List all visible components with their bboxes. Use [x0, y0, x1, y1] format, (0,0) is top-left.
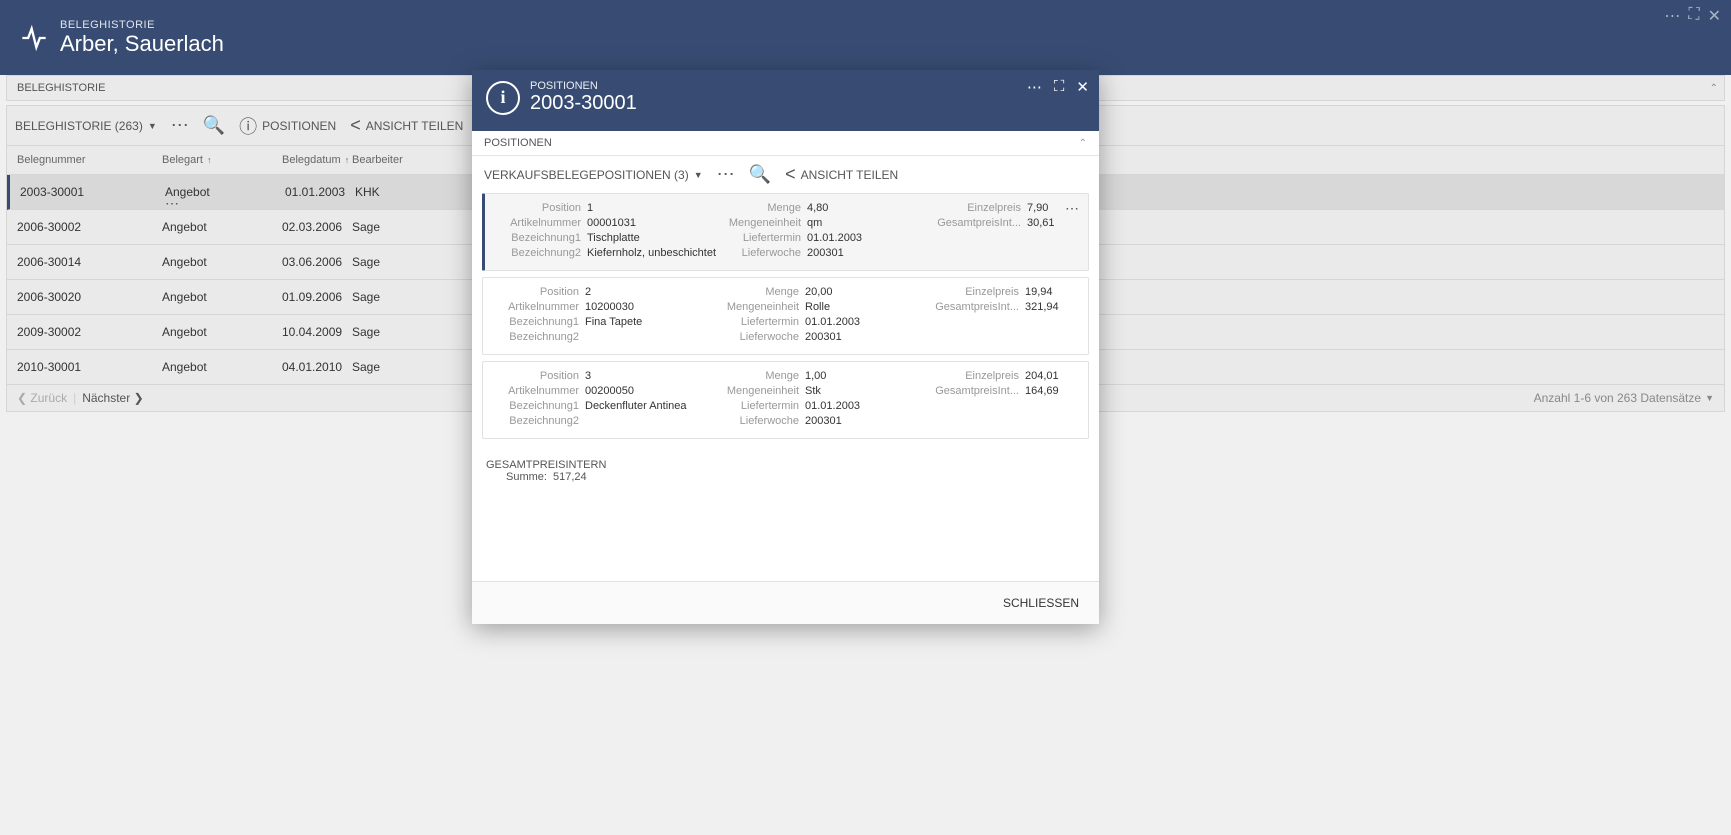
- cell-belegart: Angebot: [152, 280, 272, 314]
- more-dots-icon[interactable]: ⋯: [1027, 78, 1042, 96]
- share-label: ANSICHT TEILEN: [366, 119, 464, 133]
- list-dropdown-label: BELEGHISTORIE (263): [15, 119, 143, 133]
- info-icon: ⓘ: [239, 113, 257, 139]
- search-icon: 🔍: [749, 164, 771, 185]
- cell-belegnummer: 2006-30002: [7, 210, 152, 244]
- header-title: Arber, Sauerlach: [60, 31, 224, 57]
- more-dots-icon: ⋯: [717, 164, 735, 185]
- col-belegnummer[interactable]: Belegnummer: [7, 146, 152, 174]
- cell-belegdatum: 04.01.2010: [272, 350, 342, 384]
- summary-label: GESAMTPREISINTERN: [486, 459, 1085, 471]
- back-button[interactable]: ❮ Zurück: [17, 391, 67, 405]
- caret-down-icon: ▼: [694, 170, 703, 180]
- record-count[interactable]: Anzahl 1-6 von 263 Datensätze ▼: [1534, 391, 1714, 405]
- caret-down-icon: ▼: [1705, 393, 1714, 403]
- positionen-button[interactable]: ⓘ POSITIONEN: [239, 113, 336, 139]
- positions-list: ⋯Position1Artikelnummer00001031Bezeichnu…: [472, 193, 1099, 455]
- chevron-up-icon: ⌃: [1079, 138, 1087, 149]
- cell-belegnummer: 2010-30001: [7, 350, 152, 384]
- modal-subtitle: POSITIONEN: [530, 80, 637, 92]
- cell-belegnummer: 2006-30020: [7, 280, 152, 314]
- modal-toolbar: VERKAUFSBELEGEPOSITIONEN (3) ▼ ⋯ 🔍 < ANS…: [472, 156, 1099, 193]
- app-header: BELEGHISTORIE Arber, Sauerlach ⋯ ⛶ ✕: [0, 0, 1731, 75]
- share-icon: <: [785, 164, 796, 185]
- info-icon: i: [486, 81, 520, 115]
- modal-share-button[interactable]: < ANSICHT TEILEN: [785, 164, 898, 185]
- cell-belegdatum: 01.01.2003: [275, 175, 345, 209]
- close-icon[interactable]: ✕: [1076, 78, 1089, 96]
- cell-belegdatum: 01.09.2006: [272, 280, 342, 314]
- modal-list-dropdown[interactable]: VERKAUFSBELEGEPOSITIONEN (3) ▼: [484, 168, 703, 182]
- cell-belegart: Angebot: [152, 210, 272, 244]
- fullscreen-icon[interactable]: ⛶: [1688, 6, 1699, 26]
- next-button[interactable]: Nächster ❯: [82, 391, 143, 405]
- modal-section-header[interactable]: POSITIONEN ⌃: [472, 131, 1099, 156]
- list-dropdown[interactable]: BELEGHISTORIE (263) ▼: [15, 119, 157, 133]
- activity-icon: [20, 22, 52, 54]
- modal-summary: GESAMTPREISINTERN Summe: 517,24: [472, 455, 1099, 497]
- more-actions[interactable]: ⋯: [171, 115, 189, 136]
- cell-belegnummer: 2009-30002: [7, 315, 152, 349]
- cell-belegdatum: 02.03.2006: [272, 210, 342, 244]
- card-more-icon[interactable]: ⋯: [1065, 200, 1080, 217]
- modal-title: 2003-30001: [530, 92, 637, 115]
- positionen-modal: i POSITIONEN 2003-30001 ⋯ ⛶ ✕ POSITIONEN…: [472, 70, 1099, 624]
- header-subtitle: BELEGHISTORIE: [60, 19, 224, 31]
- cell-belegart: Angebot: [152, 315, 272, 349]
- cell-belegnummer: 2003-30001: [10, 175, 155, 209]
- cell-belegnummer: 2006-30014: [7, 245, 152, 279]
- close-button[interactable]: SCHLIESSEN: [1003, 596, 1079, 610]
- cell-belegdatum: 10.04.2009: [272, 315, 342, 349]
- sort-asc-icon: ↑: [207, 155, 212, 165]
- modal-search-button[interactable]: 🔍: [749, 164, 771, 185]
- modal-more-actions[interactable]: ⋯: [717, 164, 735, 185]
- expand-icon[interactable]: ⛶: [1054, 78, 1065, 96]
- cell-belegdatum: 03.06.2006: [272, 245, 342, 279]
- summe-value: 517,24: [553, 471, 587, 483]
- position-card[interactable]: ⋯Position1Artikelnummer00001031Bezeichnu…: [482, 193, 1089, 271]
- modal-footer: SCHLIESSEN: [472, 581, 1099, 624]
- chevron-up-icon[interactable]: ⌃: [1710, 83, 1718, 94]
- col-belegdatum[interactable]: Belegdatum↑: [272, 146, 342, 174]
- breadcrumb-label: BELEGHISTORIE: [17, 82, 105, 94]
- caret-down-icon: ▼: [148, 121, 157, 131]
- search-icon: 🔍: [203, 115, 225, 136]
- summe-label: Summe:: [506, 471, 547, 483]
- share-view-button[interactable]: < ANSICHT TEILEN: [350, 115, 463, 136]
- search-button[interactable]: 🔍: [203, 115, 225, 136]
- modal-header: i POSITIONEN 2003-30001 ⋯ ⛶ ✕: [472, 70, 1099, 131]
- more-dots-icon[interactable]: ⋯: [1664, 6, 1680, 26]
- position-card[interactable]: Position2Artikelnummer10200030Bezeichnun…: [482, 277, 1089, 355]
- share-icon: <: [350, 115, 361, 136]
- cell-belegart: Angebot: [152, 350, 272, 384]
- close-icon[interactable]: ✕: [1708, 6, 1721, 26]
- positionen-label: POSITIONEN: [262, 119, 336, 133]
- col-belegart[interactable]: Belegart↑: [152, 146, 272, 174]
- more-dots-icon: ⋯: [171, 115, 189, 136]
- position-card[interactable]: Position3Artikelnummer00200050Bezeichnun…: [482, 361, 1089, 439]
- cell-belegart: Angebot: [152, 245, 272, 279]
